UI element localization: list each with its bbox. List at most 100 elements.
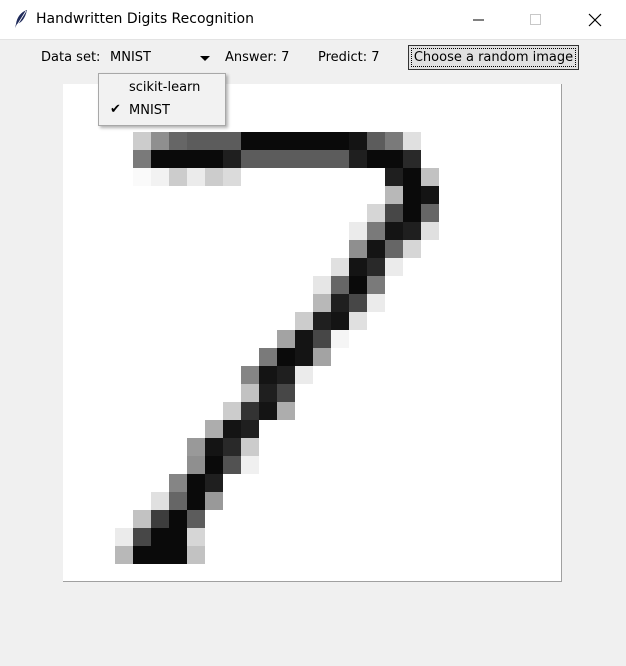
digit-pixel [349, 222, 367, 240]
digit-pixel [403, 150, 421, 168]
digit-pixel [349, 240, 367, 258]
digit-pixel [385, 222, 403, 240]
digit-pixel [331, 330, 349, 348]
digit-pixel [187, 474, 205, 492]
digit-pixel [313, 312, 331, 330]
digit-pixel [403, 240, 421, 258]
dataset-combobox[interactable]: MNIST [110, 50, 151, 65]
digit-pixel [151, 546, 169, 564]
digit-pixel [259, 150, 277, 168]
digit-pixel [205, 168, 223, 186]
digit-pixel [187, 438, 205, 456]
checkmark-icon: ✔ [110, 102, 121, 117]
maximize-button[interactable] [513, 0, 559, 39]
digit-pixel [313, 150, 331, 168]
title-bar: Handwritten Digits Recognition [0, 0, 626, 40]
digit-pixel [133, 168, 151, 186]
digit-pixel [259, 132, 277, 150]
digit-pixel [259, 402, 277, 420]
digit-pixel [151, 132, 169, 150]
minimize-button[interactable] [456, 0, 502, 39]
window-title: Handwritten Digits Recognition [36, 11, 254, 27]
digit-pixel [295, 366, 313, 384]
close-button[interactable] [572, 0, 618, 39]
digit-pixel [187, 528, 205, 546]
digit-pixel [367, 132, 385, 150]
digit-pixel [349, 276, 367, 294]
digit-pixel [277, 366, 295, 384]
digit-pixel [277, 150, 295, 168]
digit-pixel [187, 150, 205, 168]
digit-pixel [385, 132, 403, 150]
digit-pixel [259, 384, 277, 402]
digit-pixel [385, 258, 403, 276]
digit-pixel [223, 456, 241, 474]
close-icon [588, 13, 602, 26]
digit-pixel [349, 312, 367, 330]
digit-pixel [385, 168, 403, 186]
digit-pixel [241, 420, 259, 438]
digit-pixel [313, 276, 331, 294]
digit-pixel [367, 258, 385, 276]
digit-pixel [241, 132, 259, 150]
menu-item-label: MNIST [129, 103, 170, 118]
digit-pixel [223, 438, 241, 456]
digit-pixel [169, 492, 187, 510]
answer-label: Answer: 7 [225, 50, 290, 65]
dataset-label: Data set: [41, 50, 101, 65]
digit-pixel [367, 240, 385, 258]
digit-pixel [223, 132, 241, 150]
digit-pixel [295, 312, 313, 330]
digit-pixel [169, 168, 187, 186]
digit-pixel [403, 222, 421, 240]
digit-pixel [133, 132, 151, 150]
digit-pixel [223, 168, 241, 186]
digit-pixel [295, 150, 313, 168]
digit-pixel [187, 456, 205, 474]
digit-pixel [205, 132, 223, 150]
digit-pixel [151, 510, 169, 528]
digit-pixel [115, 546, 133, 564]
digit-pixel [241, 366, 259, 384]
digit-pixel [205, 492, 223, 510]
digit-pixel [169, 546, 187, 564]
digit-pixel [403, 186, 421, 204]
digit-pixel [259, 348, 277, 366]
digit-pixel [205, 420, 223, 438]
digit-pixel [169, 474, 187, 492]
digit-pixel [331, 276, 349, 294]
digit-pixel [385, 204, 403, 222]
digit-pixel [331, 258, 349, 276]
digit-pixel [367, 222, 385, 240]
digit-canvas [63, 84, 562, 582]
menu-item-mnist[interactable]: ✔ MNIST [99, 100, 225, 123]
digit-pixel [295, 348, 313, 366]
minimize-icon [473, 19, 484, 20]
digit-pixel [421, 204, 439, 222]
digit-pixel [277, 132, 295, 150]
digit-pixel [367, 150, 385, 168]
chevron-down-icon[interactable] [200, 56, 210, 61]
digit-pixel [349, 294, 367, 312]
digit-pixel [187, 546, 205, 564]
digit-pixel [403, 132, 421, 150]
digit-pixel [313, 294, 331, 312]
digit-pixel [115, 528, 133, 546]
choose-random-image-button[interactable]: Choose a random image [408, 45, 579, 70]
menu-item-scikit-learn[interactable]: scikit-learn [99, 77, 225, 100]
digit-pixel [295, 330, 313, 348]
digit-pixel [205, 456, 223, 474]
digit-pixel [241, 402, 259, 420]
digit-pixel [349, 132, 367, 150]
digit-pixel [187, 510, 205, 528]
digit-pixel [295, 132, 313, 150]
digit-pixel [187, 168, 205, 186]
digit-pixel [223, 150, 241, 168]
digit-pixel [169, 510, 187, 528]
dataset-dropdown-menu: scikit-learn ✔ MNIST [98, 73, 226, 126]
digit-pixel [403, 204, 421, 222]
digit-pixel [385, 186, 403, 204]
digit-pixel [385, 240, 403, 258]
digit-pixel [277, 348, 295, 366]
digit-pixel [277, 402, 295, 420]
